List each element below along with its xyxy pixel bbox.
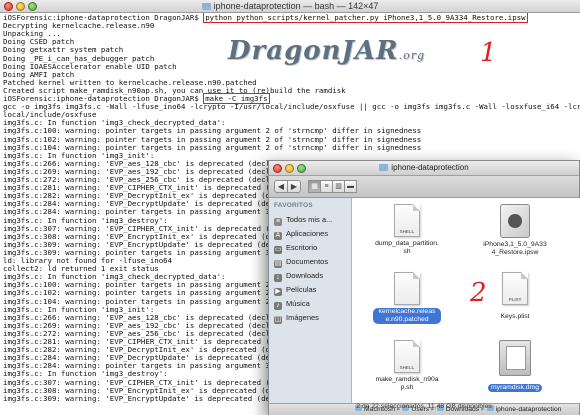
- folder-icon: [201, 3, 211, 10]
- folder-icon: [379, 164, 389, 171]
- sidebar-item[interactable]: ▤ Documentos: [274, 256, 350, 268]
- downloads-icon: ↓: [274, 274, 282, 282]
- finder-sidebar: FAVORITOS ≡ Todos mis a... A Aplicaciones ▭ E…: [269, 198, 352, 403]
- file-name-label: Keys.plist: [500, 313, 530, 320]
- coverflow-view-button[interactable]: ▬: [344, 180, 357, 193]
- sidebar-item[interactable]: ↓ Downloads: [274, 270, 350, 282]
- terminal-line: img3fs.c:309: warning: 'EVP_EncryptUpdat…: [3, 393, 297, 403]
- sidebar-item-label: Todos mis a...: [286, 215, 333, 224]
- sidebar-item-label: Películas: [286, 285, 317, 294]
- pictures-icon: ◫: [274, 316, 282, 324]
- applications-icon: A: [274, 232, 282, 240]
- shell-file-icon: SHELL: [394, 340, 420, 373]
- sidebar-item[interactable]: ♪ Música: [274, 298, 350, 310]
- finder-titlebar: iphone-dataprotection: [269, 161, 579, 176]
- music-icon: ♪: [274, 302, 282, 310]
- all-files-icon: ≡: [274, 218, 282, 226]
- file-name-label: kernelcache.release.n90.patched: [373, 308, 441, 325]
- finder-status-text: 2 de 22 seleccionados, 11,48 GB disponib…: [356, 403, 492, 410]
- finder-file-area[interactable]: SHELL dump_data_partition.sh iPhone3,1_5.0…: [353, 198, 580, 403]
- file-type-tag: SHELL: [399, 365, 415, 370]
- finder-title: iphone-dataprotection: [269, 163, 579, 172]
- sidebar-item-label: Aplicaciones: [286, 229, 329, 238]
- ipsw-file-icon: [500, 204, 530, 238]
- sidebar-item[interactable]: ▶ Películas: [274, 284, 350, 296]
- file-item[interactable]: SHELL dump_data_partition.sh: [373, 204, 441, 258]
- sidebar-item[interactable]: ◫ Imágenes: [274, 312, 350, 324]
- movies-icon: ▶: [274, 288, 282, 296]
- highlighted-command: python python_scripts/kernel_patcher.py …: [203, 13, 528, 23]
- document-file-icon: [394, 272, 420, 305]
- sidebar-item[interactable]: ▭ Escritorio: [274, 242, 350, 254]
- dragonjar-watermark-logo: DragonJAR.org: [228, 36, 426, 66]
- file-type-tag: PLIST: [508, 297, 522, 302]
- finder-window: iphone-dataprotection ◀ ▶ ▦ ≡ ▥ ▬ FAVORI…: [268, 160, 580, 415]
- sidebar-item[interactable]: A Aplicaciones: [274, 228, 350, 240]
- shell-file-icon: SHELL: [394, 204, 420, 237]
- file-type-tag: SHELL: [399, 229, 415, 234]
- file-item[interactable]: iPhone3,1_5.0_9A334_Restore.ipsw: [481, 204, 549, 259]
- sidebar-item-label: Imágenes: [286, 313, 319, 322]
- desktop-icon: ▭: [274, 246, 282, 254]
- file-name-label: myramdisk.dmg: [488, 384, 542, 393]
- file-name-label: make_ramdisk_n90ap.sh: [375, 376, 439, 392]
- sidebar-item-label: Documentos: [286, 257, 329, 266]
- annotation-marker-1: 1: [480, 38, 497, 68]
- sidebar-item[interactable]: ≡ Todos mis a...: [274, 214, 350, 226]
- sidebar-item-label: Música: [286, 299, 310, 308]
- file-item[interactable]: myramdisk.dmg: [481, 340, 549, 394]
- sidebar-header: FAVORITOS: [274, 202, 313, 209]
- back-button[interactable]: ◀: [274, 180, 288, 193]
- terminal-title: iphone-dataprotection — bash — 142×47: [0, 1, 580, 12]
- file-name-label: iPhone3,1_5.0_9A334_Restore.ipsw: [483, 241, 547, 257]
- view-mode-group: ▦ ≡ ▥ ▬: [308, 180, 357, 193]
- file-item[interactable]: PLIST Keys.plist: [481, 272, 549, 323]
- file-item[interactable]: SHELL make_ramdisk_n90ap.sh: [373, 340, 441, 394]
- sidebar-item-label: Downloads: [286, 271, 324, 280]
- finder-toolbar: ◀ ▶ ▦ ≡ ▥ ▬: [269, 176, 579, 198]
- file-item[interactable]: kernelcache.release.n90.patched: [373, 272, 441, 326]
- documents-icon: ▤: [274, 260, 282, 268]
- terminal-titlebar: iphone-dataprotection — bash — 142×47: [0, 0, 580, 13]
- plist-file-icon: PLIST: [502, 272, 528, 305]
- annotation-marker-2: 2: [470, 278, 487, 308]
- forward-button[interactable]: ▶: [287, 180, 301, 193]
- sidebar-item-label: Escritorio: [286, 243, 318, 252]
- disk-image-icon: [499, 340, 531, 376]
- file-name-label: dump_data_partition.sh: [375, 240, 439, 256]
